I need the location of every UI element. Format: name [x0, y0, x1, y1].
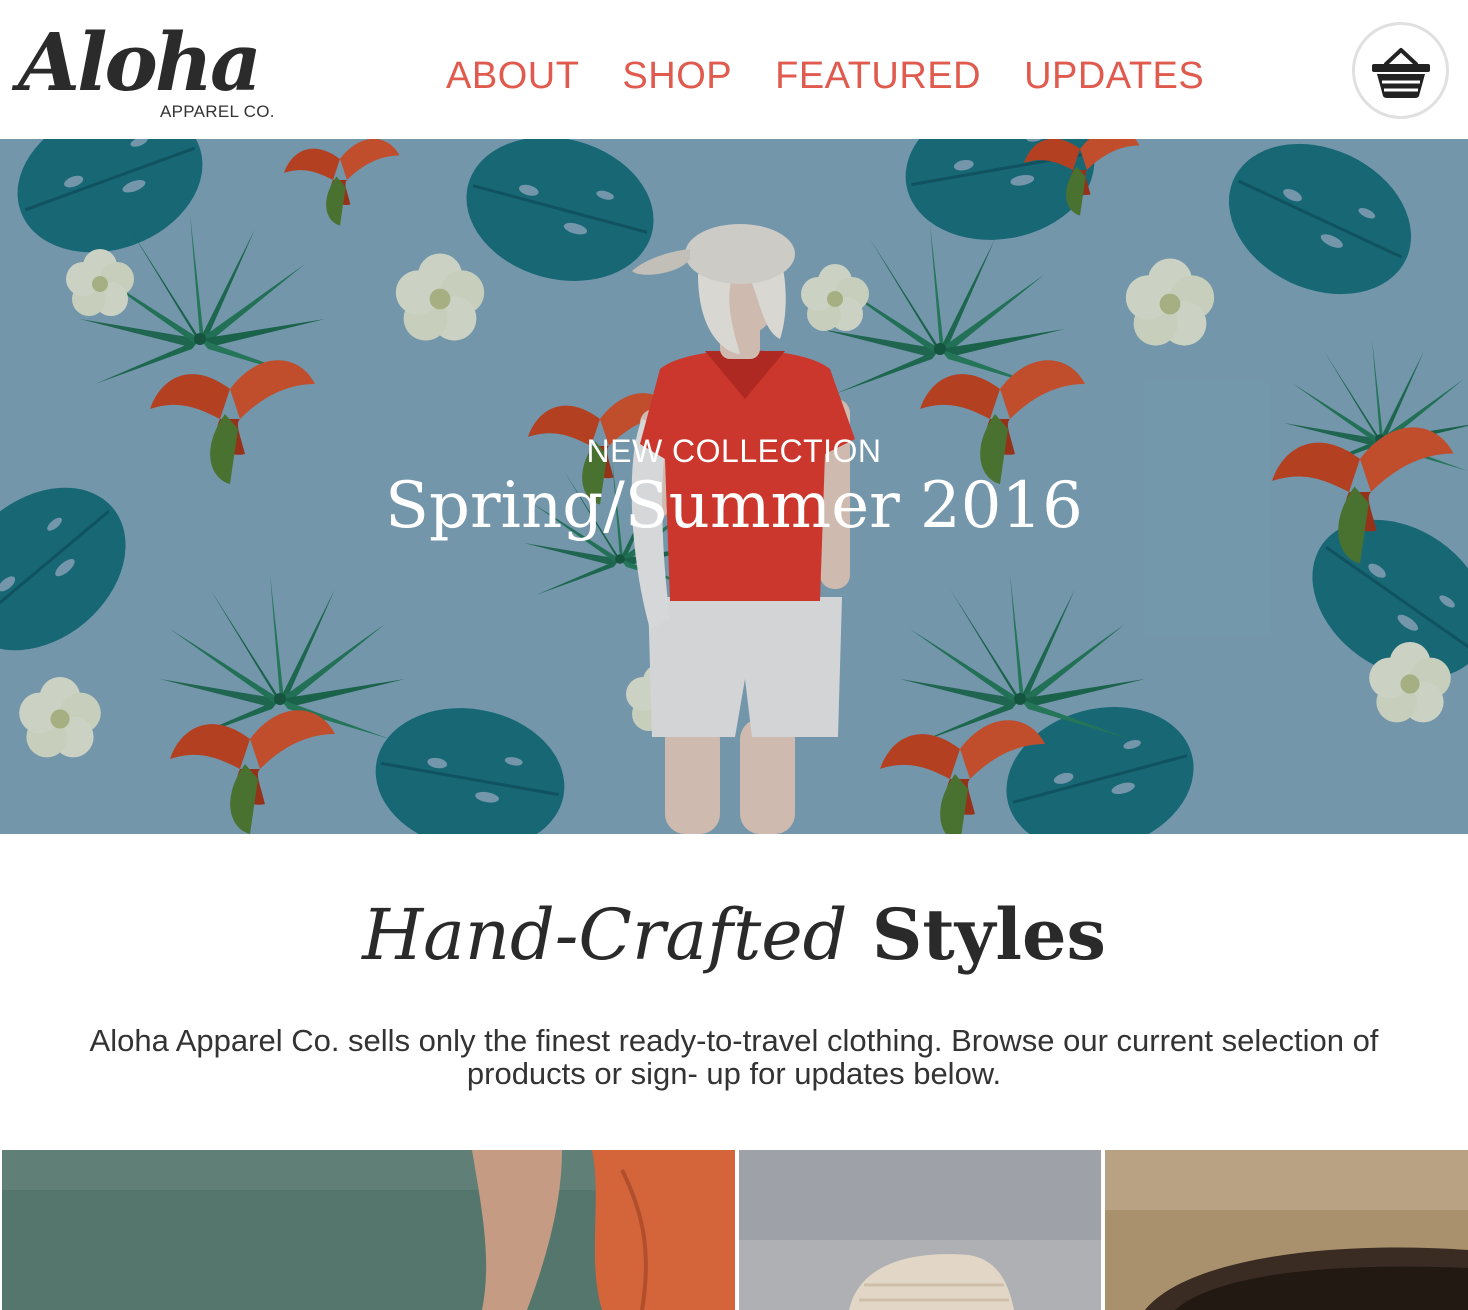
hero-kicker: NEW COLLECTION — [586, 433, 882, 469]
gallery-tile-hat[interactable] — [739, 1150, 1101, 1310]
hero-title: Spring/Summer 2016 — [385, 469, 1083, 543]
gallery-tile-beach[interactable] — [2, 1150, 735, 1310]
logo-subtitle: APPAREL CO. — [160, 102, 275, 121]
cart-button[interactable] — [1352, 22, 1449, 119]
sunglasses-photo — [1105, 1150, 1468, 1310]
section-heading: Hand-Crafted Styles — [0, 890, 1468, 980]
hat-photo — [739, 1150, 1101, 1310]
site-header: Aloha APPAREL CO. ABOUT SHOP FEATURED UP… — [0, 0, 1468, 139]
logo[interactable]: Aloha APPAREL CO. — [18, 14, 280, 124]
hero-banner: NEW COLLECTION Spring/Summer 2016 — [0, 139, 1468, 834]
shopping-basket-icon — [1371, 47, 1430, 98]
nav-about[interactable]: ABOUT — [446, 55, 579, 98]
nav-featured[interactable]: FEATURED — [775, 55, 981, 98]
main-nav: ABOUT SHOP FEATURED UPDATES — [446, 52, 1204, 100]
nav-updates[interactable]: UPDATES — [1024, 55, 1204, 98]
beach-photo — [2, 1150, 735, 1310]
heading-bold: Styles — [871, 893, 1106, 976]
intro-paragraph: Aloha Apparel Co. sells only the finest … — [89, 1023, 1379, 1091]
nav-shop[interactable]: SHOP — [622, 55, 732, 98]
gallery-tile-sunglasses[interactable] — [1105, 1150, 1468, 1310]
product-gallery — [0, 1150, 1468, 1310]
heading-italic: Hand-Crafted — [362, 894, 848, 976]
logo-script: Aloha — [18, 15, 262, 109]
